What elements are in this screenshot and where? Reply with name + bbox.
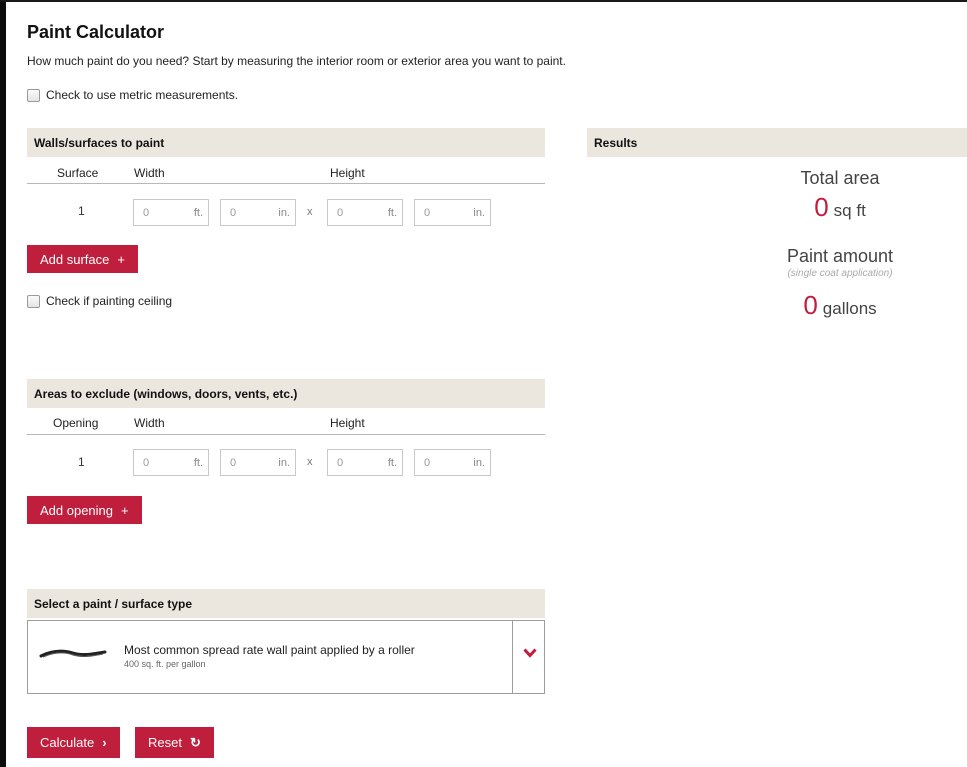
paint-type-spread-rate: 400 sq. ft. per gallon: [124, 659, 206, 669]
paint-type-section-heading: Select a paint / surface type: [27, 589, 545, 618]
surface-height-ft-input[interactable]: 0 ft.: [327, 199, 403, 226]
metric-checkbox-label: Check to use metric measurements.: [46, 88, 239, 102]
paint-type-selected-label: Most common spread rate wall paint appli…: [124, 643, 415, 657]
metric-checkbox-row[interactable]: Check to use metric measurements.: [27, 88, 238, 102]
total-area-result: 0 sq ft: [700, 192, 967, 223]
results-heading: Results: [587, 128, 967, 157]
paint-amount-value: 0: [803, 290, 818, 320]
chevron-down-icon[interactable]: [523, 647, 537, 659]
total-area-label: Total area: [800, 168, 880, 188]
add-opening-button[interactable]: Add opening +: [27, 496, 142, 524]
intro-text: How much paint do you need? Start by mea…: [27, 54, 566, 68]
surfaces-section-heading: Walls/surfaces to paint: [27, 128, 545, 157]
calculate-button[interactable]: Calculate ›: [27, 727, 120, 758]
window-top-border: [0, 0, 967, 9]
surface-column-header: Surface: [57, 166, 99, 180]
opening-width-ft-input[interactable]: 0 ft.: [133, 449, 209, 476]
exclude-header-rule: [27, 434, 545, 435]
surfaces-header-rule: [27, 183, 545, 184]
opening-width-in-input[interactable]: 0 in.: [220, 449, 296, 476]
plus-icon: +: [121, 502, 129, 518]
opening-times-sign: x: [307, 456, 313, 468]
opening-height-in-input[interactable]: 0 in.: [414, 449, 491, 476]
exclude-section-heading: Areas to exclude (windows, doors, vents,…: [27, 379, 545, 408]
ceiling-checkbox-row[interactable]: Check if painting ceiling: [27, 294, 172, 308]
metric-checkbox[interactable]: [27, 88, 40, 102]
total-area-unit: sq ft: [833, 201, 866, 220]
paint-type-select[interactable]: Most common spread rate wall paint appli…: [27, 620, 545, 694]
height-column-header: Height: [330, 166, 365, 180]
width-column-header: Width: [134, 416, 165, 430]
surface-width-in-input[interactable]: 0 in.: [220, 199, 296, 226]
ceiling-checkbox[interactable]: [27, 294, 40, 308]
select-divider: [512, 621, 513, 693]
ceiling-checkbox-label: Check if painting ceiling: [46, 294, 173, 308]
surface-width-ft-input[interactable]: 0 ft.: [133, 199, 209, 226]
paint-amount-unit: gallons: [822, 299, 877, 318]
height-column-header: Height: [330, 416, 365, 430]
total-area-value: 0: [814, 192, 829, 222]
opening-row-number: 1: [78, 455, 85, 469]
paint-amount-result: 0 gallons: [700, 290, 967, 321]
paint-amount-label: Paint amount: [786, 246, 894, 266]
opening-height-ft-input[interactable]: 0 ft.: [327, 449, 403, 476]
reset-button[interactable]: Reset ↻: [135, 727, 214, 758]
plus-icon: +: [117, 251, 125, 267]
window-edge: [0, 0, 6, 767]
chevron-right-icon: ›: [102, 735, 107, 750]
opening-column-header: Opening: [53, 416, 99, 430]
page-title: Paint Calculator: [27, 22, 165, 42]
brush-stroke-icon: [39, 649, 107, 658]
surface-height-in-input[interactable]: 0 in.: [414, 199, 491, 226]
refresh-icon: ↻: [189, 734, 201, 750]
surface-times-sign: x: [307, 206, 313, 218]
add-surface-button[interactable]: Add surface +: [27, 245, 138, 273]
width-column-header: Width: [134, 166, 165, 180]
surface-row-number: 1: [78, 204, 85, 218]
paint-amount-note: (single coat application): [787, 268, 893, 279]
